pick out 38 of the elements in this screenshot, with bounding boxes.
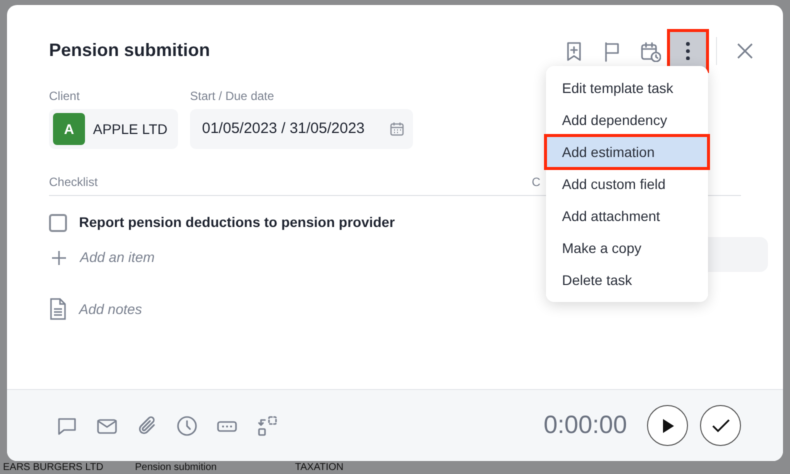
task-title: Pension submition <box>49 40 210 62</box>
date-field[interactable]: 01/05/2023 / 31/05/2023 <box>190 109 413 149</box>
client-avatar: A <box>53 113 85 145</box>
menu-item[interactable]: Make a copy <box>546 232 708 264</box>
timer: 0:00:00 <box>544 410 627 441</box>
close-icon <box>735 41 755 61</box>
background-table-text: TAXATION <box>295 462 345 473</box>
add-notes-field[interactable]: Add notes <box>79 298 142 320</box>
client-chip[interactable]: A APPLE LTD <box>49 109 178 149</box>
date-range: 01/05/2023 / 31/05/2023 <box>202 118 365 139</box>
section-label: Checklist <box>49 174 98 191</box>
field-label: Client <box>49 88 81 105</box>
play-icon <box>660 418 674 434</box>
section-label: C <box>532 174 540 191</box>
plus-icon <box>51 250 67 266</box>
menu-item[interactable]: Add attachment <box>546 200 708 232</box>
calendar-clock-icon <box>639 40 661 62</box>
more-button[interactable] <box>670 32 706 70</box>
clock-icon <box>176 414 198 436</box>
menu-item[interactable]: Add dependency <box>546 104 708 136</box>
client-name: APPLE LTD <box>93 120 168 138</box>
menu-item[interactable]: Delete task <box>546 264 708 296</box>
document-icon <box>49 298 67 320</box>
play-button[interactable] <box>647 405 688 446</box>
field-label: Start / Due date <box>190 88 276 105</box>
background-table-text: EARS BURGERS LTD <box>2 462 104 473</box>
checkbox[interactable] <box>49 214 67 232</box>
menu-item[interactable]: Add estimation <box>546 136 708 168</box>
background-table-text: Pension submition <box>135 462 218 473</box>
convert-icon <box>256 414 278 436</box>
more-icon <box>686 42 690 60</box>
calendar-icon <box>389 121 405 137</box>
menu-item[interactable]: Edit template task <box>546 72 708 104</box>
add-item-field[interactable]: Add an item <box>80 247 155 268</box>
complete-button[interactable] <box>700 405 741 446</box>
checkmark-icon <box>712 418 730 432</box>
menu-item[interactable]: Add custom field <box>546 168 708 200</box>
checklist-item-text: Report pension deductions to pension provider <box>79 213 395 232</box>
